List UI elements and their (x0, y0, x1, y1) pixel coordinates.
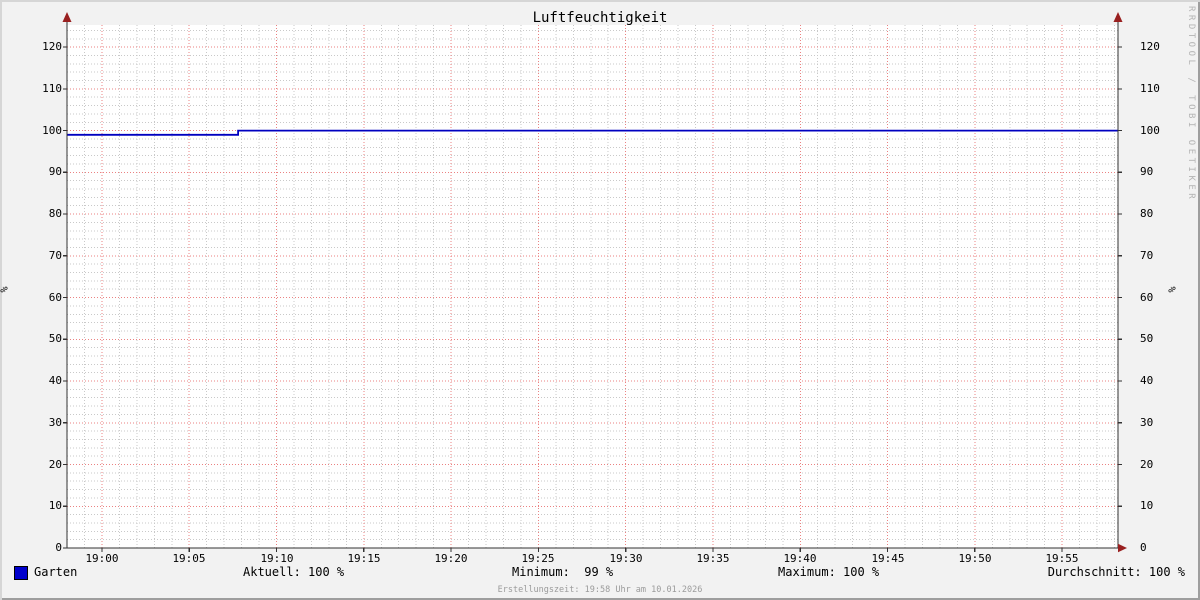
legend-swatch-garten (14, 566, 28, 580)
legend-series-label: Garten (34, 565, 77, 580)
chart-title: Luftfeuchtigkeit (0, 10, 1200, 26)
legend-row: Garten Aktuell: 100 % Minimum: 99 % Maxi… (0, 565, 1200, 581)
plot-area (0, 0, 1200, 600)
creation-time-footer: Erstellungszeit: 19:58 Uhr am 10.01.2026 (0, 585, 1200, 595)
y-axis-unit-label-left: % (0, 286, 11, 292)
stat-aktuell: Aktuell: 100 % (243, 565, 344, 580)
rrdtool-watermark: RRDTOOL / TOBI OETIKER (1186, 6, 1196, 202)
y-axis-unit-label-right: % (1168, 286, 1179, 292)
stat-maximum: Maximum: 100 % (778, 565, 879, 580)
stat-minimum: Minimum: 99 % (512, 565, 613, 580)
rrdtool-graph: 0010102020303040405050606070708080909010… (0, 0, 1200, 600)
stat-durchschnitt: Durchschnitt: 100 % (1048, 565, 1185, 580)
